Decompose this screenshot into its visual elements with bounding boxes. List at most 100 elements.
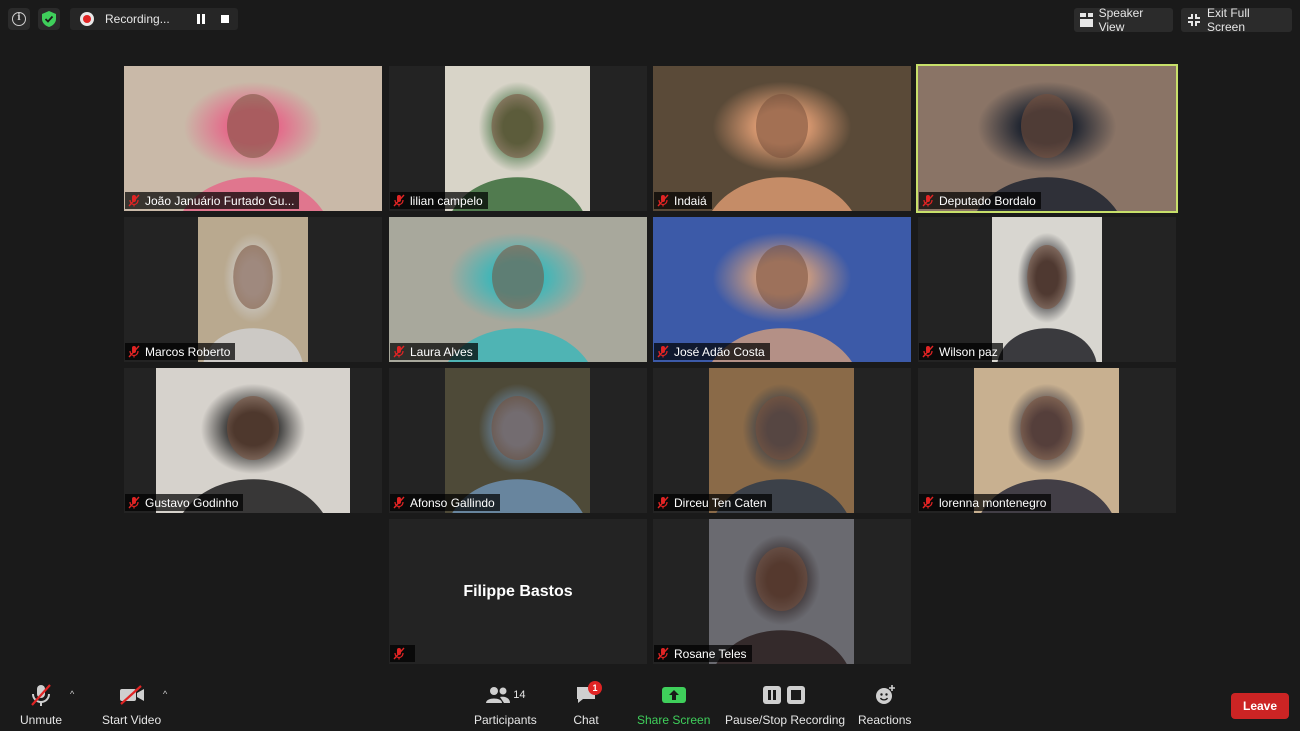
share-screen-button[interactable]: Share Screen	[637, 683, 710, 727]
participant-tile[interactable]: Wilson paz	[918, 217, 1176, 362]
participant-video-feed	[709, 368, 854, 513]
pause-stop-recording-button[interactable]: Pause/Stop Recording	[725, 683, 845, 727]
person-silhouette	[183, 94, 323, 211]
encryption-shield-icon[interactable]	[38, 8, 60, 30]
person-silhouette	[712, 245, 852, 362]
participant-tile[interactable]: Laura Alves	[389, 217, 647, 362]
participant-nameplate: Indaiá	[654, 192, 712, 209]
participant-video-feed	[445, 66, 590, 211]
person-silhouette	[716, 396, 847, 513]
top-bar: i Recording... Speaker View Exit Full Sc…	[0, 0, 1300, 40]
participant-name: lilian campelo	[410, 193, 483, 208]
unmute-label: Unmute	[20, 713, 63, 727]
participant-name: João Januário Furtado Gu...	[145, 193, 295, 208]
muted-mic-icon	[657, 194, 669, 207]
participant-nameplate: Rosane Teles	[654, 645, 752, 662]
participant-video-feed	[709, 519, 854, 664]
participant-video-feed	[992, 217, 1102, 362]
participant-name: lorenna montenegro	[939, 495, 1047, 510]
participant-tile[interactable]: Indaiá	[653, 66, 911, 211]
speaker-view-icon	[1080, 13, 1093, 27]
participant-nameplate	[390, 645, 415, 662]
participant-avatar-name: Filippe Bastos	[463, 583, 573, 600]
participant-tile[interactable]: lorenna montenegro	[918, 368, 1176, 513]
participant-name: Afonso Gallindo	[410, 495, 495, 510]
participant-tile[interactable]: Deputado Bordalo	[916, 64, 1178, 213]
person-silhouette	[452, 396, 583, 513]
muted-mic-icon	[657, 647, 669, 660]
muted-mic-icon	[393, 345, 405, 358]
recording-indicator: Recording...	[70, 8, 238, 30]
meeting-toolbar: Unmute ^ Start Video ^ 14 Participants 1…	[0, 677, 1300, 731]
meeting-info-icon[interactable]: i	[8, 8, 30, 30]
person-silhouette	[203, 245, 303, 362]
reactions-smiley-icon	[865, 683, 905, 707]
participants-label: Participants	[474, 713, 537, 727]
participant-tile[interactable]: Rosane Teles	[653, 519, 911, 664]
muted-mic-icon	[922, 496, 934, 509]
participant-nameplate: José Adão Costa	[654, 343, 770, 360]
participant-name: Laura Alves	[410, 344, 473, 359]
exit-full-screen-button[interactable]: Exit Full Screen	[1181, 6, 1292, 34]
participant-tile[interactable]: Gustavo Godinho	[124, 368, 382, 513]
person-silhouette	[977, 94, 1117, 211]
participant-video-feed	[653, 217, 911, 362]
participant-tile[interactable]: Afonso Gallindo	[389, 368, 647, 513]
participant-tile[interactable]: lilian campelo	[389, 66, 647, 211]
participant-name: Rosane Teles	[674, 646, 747, 661]
muted-microphone-icon	[21, 683, 61, 707]
participant-nameplate: lilian campelo	[390, 192, 488, 209]
person-silhouette	[183, 396, 323, 513]
share-screen-icon	[654, 683, 694, 707]
pause-recording-icon[interactable]	[196, 14, 206, 24]
chat-button[interactable]: 1 Chat	[566, 681, 606, 727]
participant-video-feed	[156, 368, 350, 513]
participant-name: Marcos Roberto	[145, 344, 231, 359]
speaker-view-label: Speaker View	[1098, 6, 1144, 34]
pause-stop-recording-label: Pause/Stop Recording	[725, 713, 846, 727]
participant-tile[interactable]: Dirceu Ten Caten	[653, 368, 911, 513]
participants-count: 14	[513, 689, 526, 701]
pause-stop-recording-icon	[755, 683, 815, 707]
muted-mic-icon	[128, 194, 140, 207]
video-off-icon	[112, 683, 152, 707]
start-video-button[interactable]: Start Video	[102, 683, 161, 727]
participant-video-feed	[918, 66, 1176, 211]
audio-options-caret-icon[interactable]: ^	[70, 689, 74, 699]
participant-video-feed	[653, 66, 911, 211]
participant-name: Gustavo Godinho	[145, 495, 239, 510]
exit-full-screen-icon	[1187, 13, 1201, 27]
share-screen-label: Share Screen	[637, 713, 711, 727]
participant-nameplate: Marcos Roberto	[125, 343, 236, 360]
speaker-view-button[interactable]: Speaker View	[1074, 6, 1173, 34]
participants-button[interactable]: 14 Participants	[474, 683, 537, 727]
recording-label: Recording...	[105, 12, 170, 26]
person-silhouette	[448, 245, 588, 362]
leave-meeting-button[interactable]: Leave	[1231, 693, 1289, 719]
muted-mic-icon	[922, 345, 934, 358]
person-silhouette	[452, 94, 583, 211]
person-silhouette	[997, 245, 1097, 362]
participants-icon: 14	[475, 683, 535, 707]
unmute-button[interactable]: Unmute	[20, 683, 62, 727]
chat-icon: 1	[566, 681, 606, 707]
participant-nameplate: João Januário Furtado Gu...	[125, 192, 300, 209]
participant-tile[interactable]: Filippe Bastos	[389, 519, 647, 664]
participant-video-feed	[974, 368, 1119, 513]
participant-tile[interactable]: Marcos Roberto	[124, 217, 382, 362]
reactions-button[interactable]: Reactions	[858, 683, 911, 727]
stop-recording-icon[interactable]	[221, 15, 229, 23]
participant-nameplate: Afonso Gallindo	[390, 494, 500, 511]
person-silhouette	[981, 396, 1112, 513]
participant-name: Wilson paz	[939, 344, 998, 359]
chat-unread-badge: 1	[588, 681, 602, 695]
video-options-caret-icon[interactable]: ^	[163, 689, 167, 699]
person-silhouette	[712, 94, 852, 211]
muted-mic-icon	[657, 345, 669, 358]
participant-tile[interactable]: João Januário Furtado Gu...	[124, 66, 382, 211]
muted-mic-icon	[922, 194, 934, 207]
participant-nameplate: lorenna montenegro	[919, 494, 1052, 511]
muted-mic-icon	[657, 496, 669, 509]
participant-tile[interactable]: José Adão Costa	[653, 217, 911, 362]
muted-mic-icon	[393, 647, 405, 660]
